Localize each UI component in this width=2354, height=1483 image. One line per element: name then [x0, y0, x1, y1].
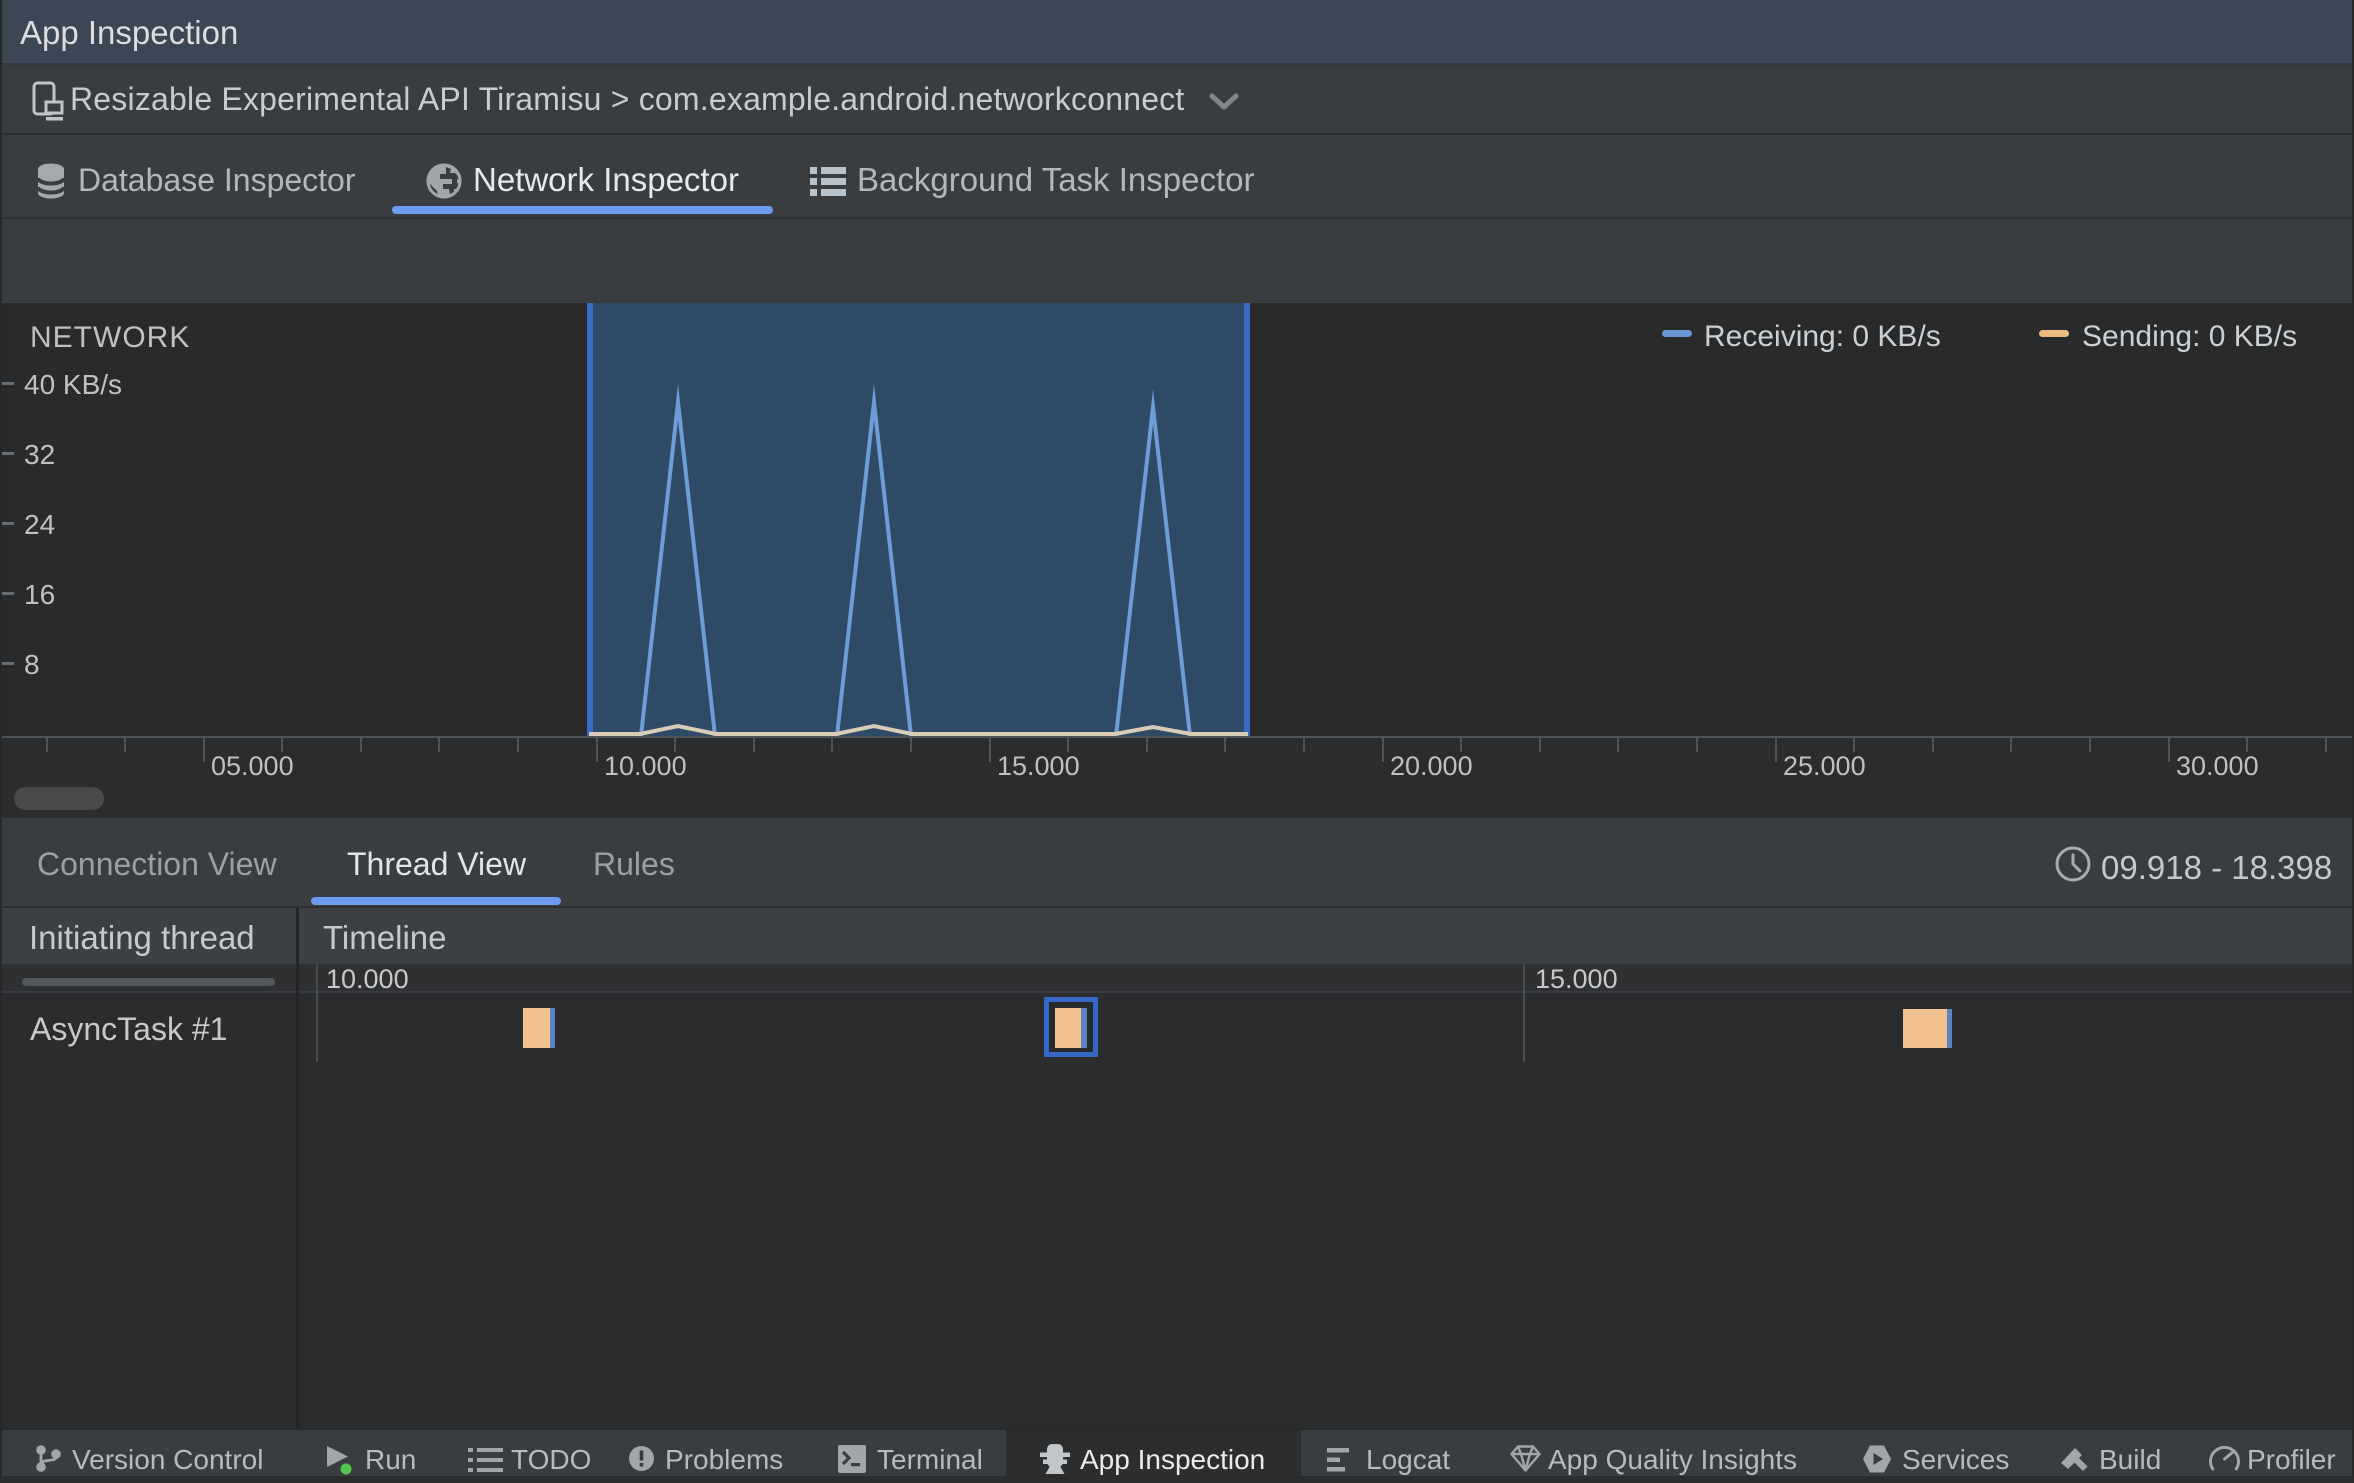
svg-text:25.000: 25.000 [1783, 751, 1866, 781]
svg-text:8: 8 [24, 649, 40, 680]
svg-text:10.000: 10.000 [604, 751, 687, 781]
svg-text:15.000: 15.000 [997, 751, 1080, 781]
svg-text:40 KB/s: 40 KB/s [24, 369, 122, 400]
svg-text:16: 16 [24, 579, 55, 610]
svg-text:20.000: 20.000 [1390, 751, 1473, 781]
svg-text:24: 24 [24, 509, 55, 540]
svg-text:32: 32 [24, 439, 55, 470]
svg-text:05.000: 05.000 [211, 751, 294, 781]
svg-text:Sending: 0 KB/s: Sending: 0 KB/s [2082, 320, 2297, 353]
svg-text:30.000: 30.000 [2176, 751, 2259, 781]
svg-text:Receiving: 0 KB/s: Receiving: 0 KB/s [1704, 320, 1941, 353]
svg-text:NETWORK: NETWORK [30, 321, 190, 354]
